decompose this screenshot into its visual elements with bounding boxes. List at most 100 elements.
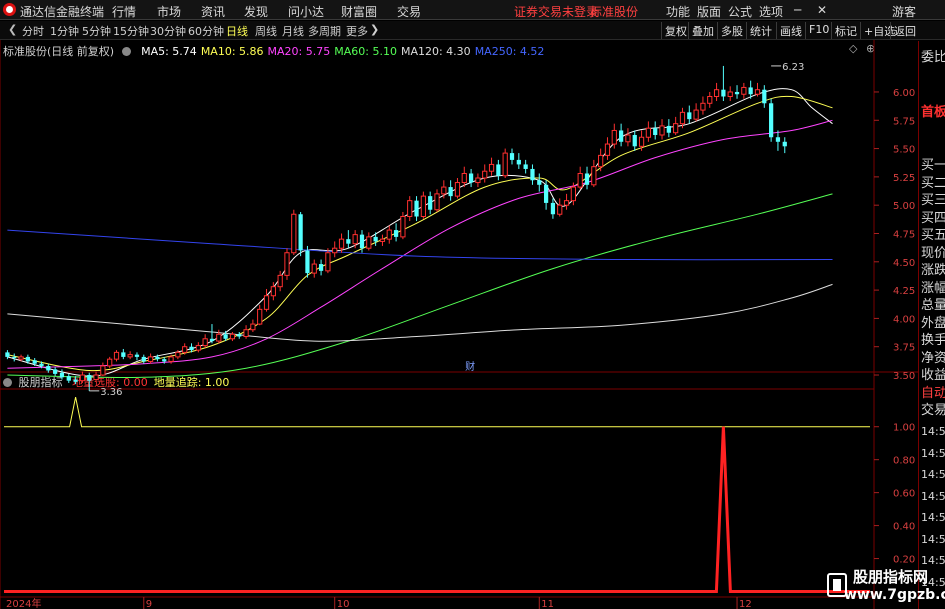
candle-body bbox=[461, 172, 467, 184]
candle-body bbox=[162, 359, 167, 362]
date-tick-label: 12 bbox=[739, 599, 752, 609]
quote-row-label: 买四 bbox=[921, 210, 945, 226]
candle bbox=[66, 373, 71, 383]
candle bbox=[305, 245, 310, 278]
candle bbox=[379, 234, 386, 246]
candle bbox=[127, 351, 133, 360]
candle-body bbox=[298, 214, 303, 251]
trade-time: 14:56 bbox=[921, 532, 945, 546]
indicator-tick-label: 0.40 bbox=[893, 522, 915, 533]
candle bbox=[550, 198, 556, 219]
candle-body bbox=[428, 196, 433, 210]
candle-body bbox=[523, 164, 528, 169]
candle-body bbox=[516, 159, 521, 165]
quote-row-label: 涨跌 bbox=[921, 263, 945, 278]
candle bbox=[563, 193, 570, 210]
candle-body bbox=[502, 152, 508, 177]
candle bbox=[632, 130, 637, 151]
candle-body bbox=[87, 375, 92, 381]
candle-body bbox=[25, 356, 30, 362]
candle bbox=[523, 159, 528, 174]
candle bbox=[721, 65, 726, 102]
chart-axes bbox=[0, 40, 918, 609]
candle bbox=[762, 85, 767, 108]
candle-body bbox=[223, 334, 228, 339]
candle bbox=[393, 223, 399, 242]
candle bbox=[659, 119, 665, 140]
candle bbox=[414, 196, 419, 222]
candle bbox=[79, 371, 86, 383]
quote-row-label: 自动 bbox=[921, 385, 945, 401]
watermark: 股朋指标网 www.7gpzb.com bbox=[826, 566, 945, 608]
kline-chart[interactable]: 6.23 3.36 财 6.00 5.75 5.50 5.25 5.00 4.75 4.50 4.… bbox=[0, 0, 945, 609]
candle bbox=[420, 191, 426, 219]
trade-time: 14:56 bbox=[921, 489, 945, 503]
candle-body bbox=[175, 351, 181, 358]
candle bbox=[618, 123, 624, 147]
candle-body bbox=[420, 195, 426, 218]
candle bbox=[577, 166, 583, 190]
price-tick-label: 4.25 bbox=[893, 286, 915, 297]
candle-body bbox=[53, 369, 58, 374]
candle-body bbox=[673, 123, 679, 134]
candle-body bbox=[707, 95, 713, 104]
candle-body bbox=[291, 213, 297, 254]
candle-body bbox=[441, 186, 447, 195]
candle bbox=[134, 352, 140, 361]
indicator-tick-label: 1.00 bbox=[893, 423, 915, 434]
indicator-tick-label: 0.60 bbox=[893, 489, 915, 500]
candle bbox=[543, 180, 549, 210]
quote-row-label: 涨幅 bbox=[921, 280, 945, 296]
candle bbox=[591, 159, 597, 188]
candle-body bbox=[645, 127, 651, 138]
candle-body bbox=[530, 168, 535, 181]
candle-body bbox=[482, 170, 488, 179]
candle-body bbox=[693, 109, 699, 120]
candle-body bbox=[195, 345, 201, 351]
candle bbox=[311, 259, 317, 278]
candle-body bbox=[325, 252, 331, 272]
candle-body bbox=[352, 234, 358, 245]
candle bbox=[53, 367, 58, 377]
candle-body bbox=[563, 200, 570, 206]
quote-row-label: 买二 bbox=[921, 175, 945, 191]
candle bbox=[557, 198, 563, 217]
candle bbox=[100, 362, 106, 377]
first-board-label: 首板 bbox=[921, 105, 945, 120]
candle-body bbox=[584, 173, 590, 185]
candle bbox=[700, 96, 706, 115]
candle bbox=[625, 128, 631, 147]
candle-body bbox=[700, 102, 706, 111]
candle bbox=[237, 331, 242, 339]
candle-body bbox=[769, 103, 774, 138]
candle-body bbox=[121, 352, 126, 357]
candle-body bbox=[618, 130, 624, 142]
candle-body bbox=[318, 264, 324, 271]
quote-row-label: 买一 bbox=[921, 158, 945, 173]
indicator-tick-label: 0.80 bbox=[893, 456, 915, 467]
candle-body bbox=[332, 247, 338, 254]
candle bbox=[653, 121, 658, 140]
candle-body bbox=[141, 356, 146, 362]
candle-body bbox=[557, 204, 563, 215]
quote-row-label: 外盘 bbox=[921, 315, 945, 331]
candle bbox=[147, 353, 154, 364]
candle-body bbox=[284, 252, 290, 276]
candle-body bbox=[611, 129, 617, 145]
candle-body bbox=[66, 376, 71, 381]
candle-body bbox=[346, 239, 351, 244]
candle-body bbox=[754, 89, 761, 95]
candle-body bbox=[127, 354, 133, 358]
candle bbox=[734, 85, 740, 99]
candle bbox=[502, 148, 508, 179]
price-tick-label: 3.75 bbox=[893, 343, 915, 354]
candle-body bbox=[379, 238, 386, 242]
indicator-lines bbox=[4, 396, 870, 594]
candle-body bbox=[79, 374, 86, 382]
price-tick-label: 6.00 bbox=[893, 88, 915, 99]
quote-row-label: 买五 bbox=[921, 228, 945, 243]
candle bbox=[257, 304, 263, 326]
candle bbox=[366, 232, 372, 251]
candle-body bbox=[39, 363, 44, 366]
candle bbox=[202, 334, 208, 348]
